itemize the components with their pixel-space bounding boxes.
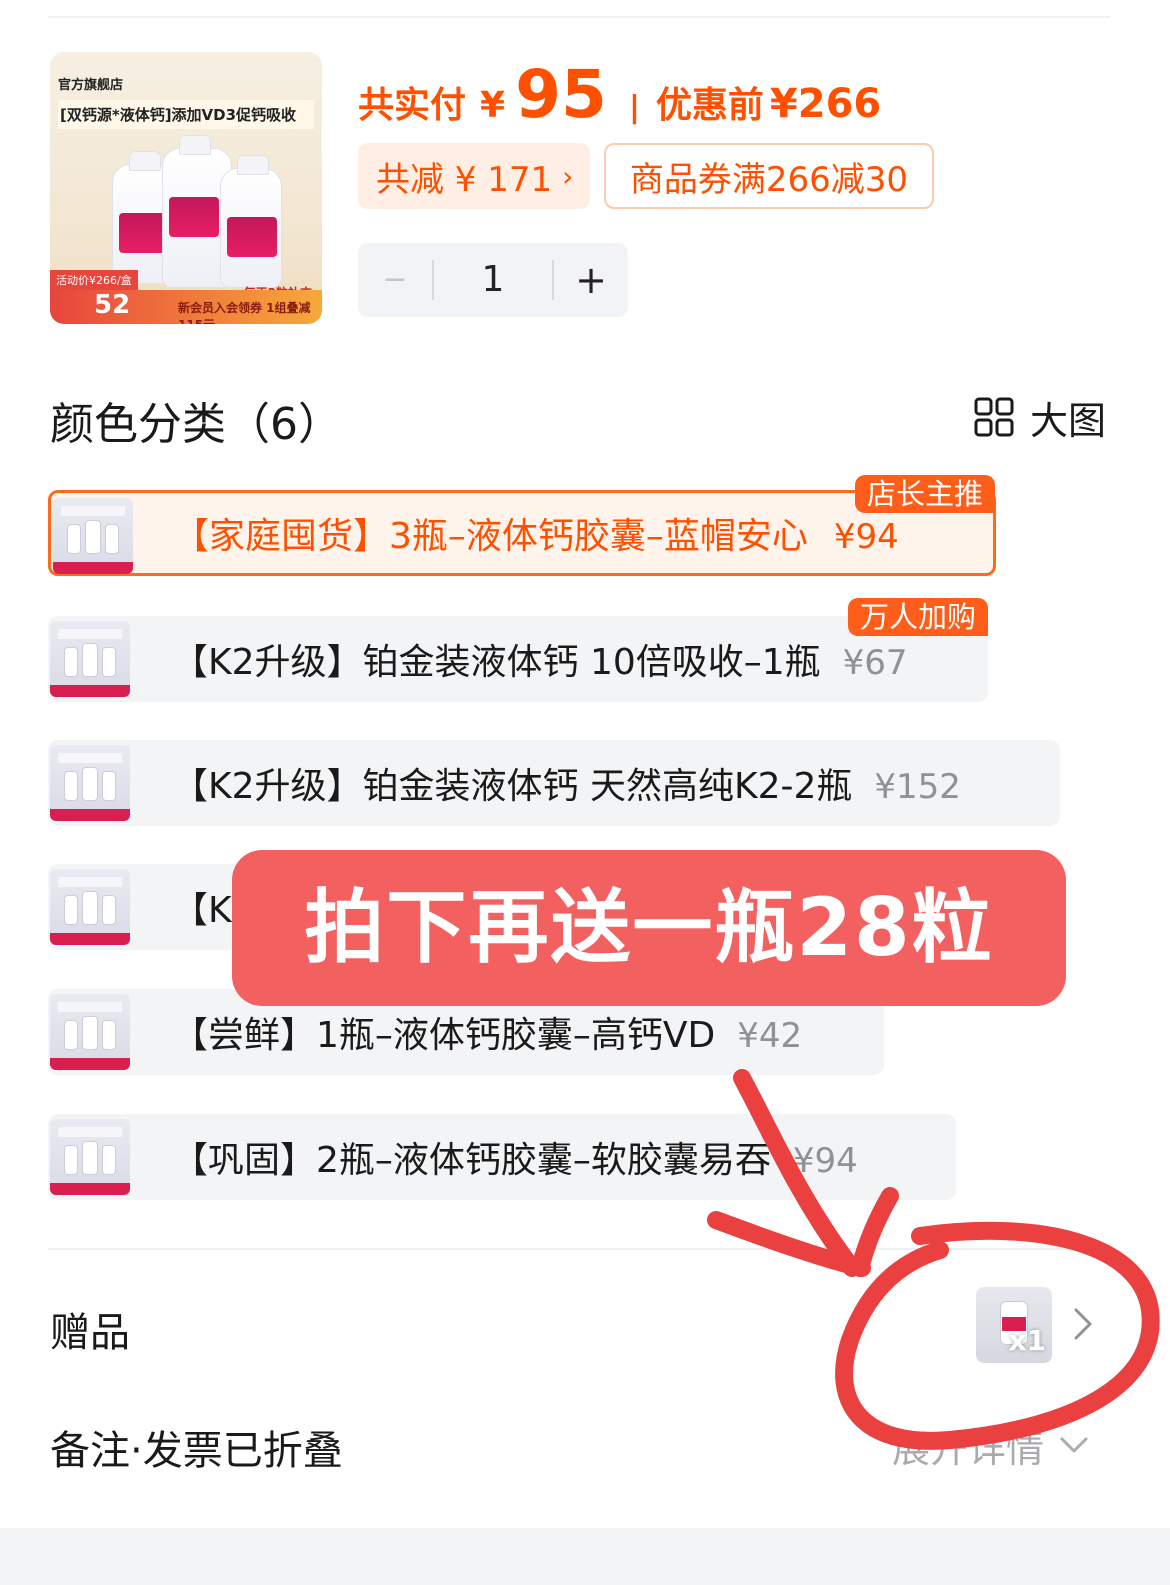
- option-price: ¥42: [737, 1016, 803, 1056]
- option-thumbnail: [50, 621, 130, 697]
- option-badge: 店长主推: [854, 475, 995, 513]
- option-price: ¥67: [842, 643, 908, 683]
- notes-invoice-label: 备注·发票已折叠: [50, 1428, 343, 1474]
- option-label: 【家庭囤货】3瓶–液体钙胶囊–蓝帽安心 ¥94: [173, 516, 899, 557]
- thumb-price: 52: [94, 290, 131, 320]
- option-price: ¥152: [874, 767, 961, 807]
- before-discount-label: 优惠前: [655, 85, 764, 126]
- quantity-value[interactable]: 1: [434, 243, 552, 317]
- pay-label: 共实付: [358, 85, 467, 126]
- thumb-headline: [双钙源*液体钙]添加VD3促钙吸收: [58, 100, 314, 129]
- bottle-image: [220, 155, 282, 288]
- promo-overlay-text: 拍下再送一瓶28粒: [304, 881, 994, 974]
- option-label: 【K2升级】铂金装液体钙 天然高纯K2-2瓶 ¥152: [172, 766, 961, 807]
- big-view-toggle[interactable]: 大图: [974, 392, 1106, 443]
- thumb-brand: 官方旗舰店: [58, 78, 124, 93]
- section-divider: [48, 1248, 1110, 1250]
- option-label: 【巩固】2瓶–液体钙胶囊–软胶囊易吞 ¥94: [172, 1140, 858, 1181]
- sku-option[interactable]: 【K2升级】铂金装液体钙 10倍吸收–1瓶 ¥67 万人加购: [48, 598, 988, 702]
- chevron-right-icon[interactable]: [1066, 1304, 1100, 1344]
- expand-details-label: 展开详情: [892, 1426, 1045, 1471]
- before-discount-value: ¥266: [769, 81, 882, 127]
- sku-option[interactable]: 【巩固】2瓶–液体钙胶囊–软胶囊易吞 ¥94: [48, 1114, 956, 1200]
- color-category-title: 颜色分类（6）: [50, 399, 342, 450]
- increase-button[interactable]: +: [554, 243, 628, 317]
- chevron-right-icon: ›: [562, 159, 574, 193]
- total-discount-label: 共减 ¥ 171: [376, 159, 553, 200]
- option-label: 【K: [172, 890, 232, 931]
- option-label: 【尝鲜】1瓶–液体钙胶囊–高钙VD ¥42: [172, 1015, 803, 1056]
- chevron-down-icon: [1060, 1437, 1088, 1453]
- option-price: ¥94: [833, 517, 899, 557]
- option-price: ¥94: [792, 1141, 858, 1181]
- pay-currency: ¥: [480, 85, 506, 126]
- promo-overlay-banner: 拍下再送一瓶28粒: [232, 850, 1066, 1006]
- option-badge: 万人加购: [847, 598, 988, 636]
- quantity-stepper: − 1 +: [358, 243, 628, 317]
- option-thumbnail: [50, 1119, 130, 1195]
- thumb-price-bar: 52 新会员入会领券 1组叠减115元: [50, 290, 322, 324]
- price-separator: |: [628, 90, 640, 125]
- top-divider: [48, 16, 1110, 18]
- expand-details-button[interactable]: 展开详情: [892, 1420, 1090, 1471]
- sku-option[interactable]: 【家庭囤货】3瓶–液体钙胶囊–蓝帽安心 ¥94 店长主推: [48, 475, 996, 576]
- option-label: 【K2升级】铂金装液体钙 10倍吸收–1瓶 ¥67: [172, 642, 908, 683]
- gift-label: 赠品: [50, 1310, 130, 1356]
- gift-thumbnail[interactable]: x1: [976, 1287, 1052, 1363]
- pay-amount: 95: [515, 56, 607, 133]
- price-line: 共实付 ¥ 95 | 优惠前 ¥266: [358, 56, 881, 136]
- option-thumbnail: [50, 994, 130, 1070]
- product-thumbnail[interactable]: 官方旗舰店 [双钙源*液体钙]添加VD3促钙吸收 每天2粒补充 活动价¥266/…: [50, 52, 322, 324]
- thumb-promo: 新会员入会领券 1组叠减115元: [178, 301, 311, 324]
- option-thumbnail: [50, 745, 130, 821]
- gift-quantity: x1: [1008, 1324, 1046, 1357]
- coupon-chip[interactable]: 商品券满266减30: [604, 143, 934, 209]
- footer-band: [0, 1528, 1170, 1585]
- big-view-label: 大图: [1029, 398, 1106, 443]
- option-thumbnail: [50, 869, 130, 945]
- coupon-label: 商品券满266减30: [629, 159, 909, 200]
- sku-option[interactable]: 【K2升级】铂金装液体钙 天然高纯K2-2瓶 ¥152: [48, 740, 1060, 826]
- grid-view-icon: [974, 397, 1014, 437]
- thumb-old-price: 活动价¥266/盒: [50, 270, 138, 290]
- total-discount-chip[interactable]: 共减 ¥ 171 ›: [358, 143, 590, 209]
- decrease-button[interactable]: −: [358, 243, 432, 317]
- option-thumbnail: [53, 498, 133, 574]
